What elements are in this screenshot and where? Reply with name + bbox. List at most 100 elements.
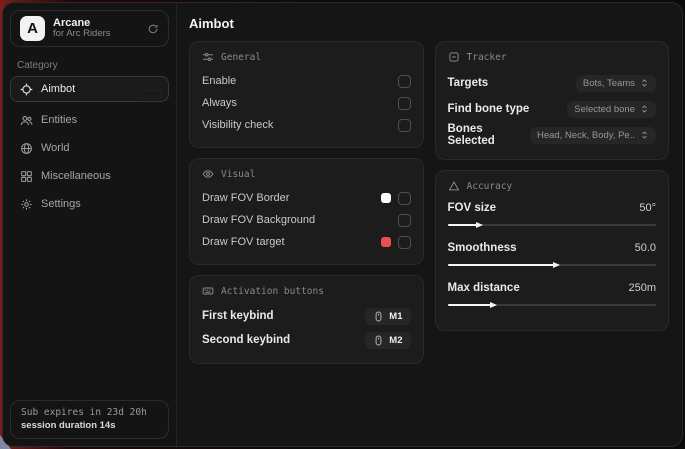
fov-target-checkbox[interactable] [398,236,411,249]
session-duration-text: session duration 14s [21,420,158,431]
dropdown-value: Selected bone [574,104,635,115]
activation-panel: Activation buttons First keybind M1 [189,275,424,364]
setting-row-targets: Targets Bots, Teams [448,70,657,96]
mouse-icon [373,311,384,322]
scan-icon [448,51,460,63]
setting-row-second-keybind: Second keybind M2 [202,328,411,352]
setting-label: Draw FOV Border [202,192,289,204]
slider-label: Smoothness [448,242,517,254]
sidebar-item-miscellaneous[interactable]: Miscellaneous [10,163,169,189]
slider-thumb[interactable] [476,222,483,228]
panel-title-label: Tracker [467,52,507,63]
keyboard-icon [202,285,214,297]
find-bone-type-dropdown[interactable]: Selected bone [567,101,656,118]
slider-value: 50.0 [635,242,656,254]
general-panel: General Enable Always Visibility check [189,41,424,148]
enable-checkbox[interactable] [398,75,411,88]
sidebar-item-world[interactable]: World [10,135,169,161]
sidebar-item-label: World [41,142,70,154]
right-column: Tracker Targets Bots, Teams [435,41,670,331]
crosshair-icon [20,83,33,96]
gear-icon [20,198,33,211]
setting-row-bones-selected: Bones Selected Head, Neck, Body, Pe.. [448,122,657,148]
app-logo: A [20,16,45,41]
eye-icon [202,168,214,180]
chevrons-up-down-icon [640,104,649,114]
triangle-icon [448,180,460,192]
panel-title-label: Accuracy [467,181,513,192]
page-title: Aimbot [189,16,669,31]
slider-thumb[interactable] [490,302,497,308]
category-label: Category [17,60,176,71]
keybind-value: M2 [389,335,402,346]
fov-border-checkbox[interactable] [398,192,411,205]
color-swatch-red[interactable] [381,237,391,247]
tracker-panel: Tracker Targets Bots, Teams [435,41,670,160]
setting-row-fov-border: Draw FOV Border [202,187,411,209]
fov-background-checkbox[interactable] [398,214,411,227]
sidebar-item-label: Miscellaneous [41,170,111,182]
smoothness-slider[interactable] [448,264,657,266]
sliders-icon [202,51,214,63]
panel-title-label: Visual [221,169,255,180]
setting-row-first-keybind: First keybind M1 [202,304,411,328]
setting-row-enable: Enable [202,70,411,92]
max-distance-slider[interactable] [448,304,657,306]
setting-row-visibility-check: Visibility check [202,114,411,136]
main-content: Aimbot General Enable [177,3,682,446]
dropdown-value: Head, Neck, Body, Pe.. [537,130,635,141]
setting-row-always: Always [202,92,411,114]
sidebar-item-label: Aimbot [41,83,75,95]
chevrons-up-down-icon [640,130,649,140]
setting-row-fov-target: Draw FOV target [202,231,411,253]
setting-label: Targets [448,77,489,89]
reload-icon[interactable] [147,23,159,35]
slider-thumb[interactable] [553,262,560,268]
setting-row-find-bone-type: Find bone type Selected bone [448,96,657,122]
setting-row-fov-background: Draw FOV Background [202,209,411,231]
second-keybind-button[interactable]: M2 [365,332,410,349]
users-icon [20,114,33,127]
setting-label: Second keybind [202,334,290,346]
first-keybind-button[interactable]: M1 [365,308,410,325]
left-column: General Enable Always Visibility check [189,41,424,364]
setting-label: Always [202,97,237,109]
targets-dropdown[interactable]: Bots, Teams [576,75,656,92]
sidebar-item-entities[interactable]: Entities [10,107,169,133]
smoothness-slider-group: Smoothness 50.0 [448,239,657,266]
setting-label: Find bone type [448,103,530,115]
fov-size-slider[interactable] [448,224,657,226]
fov-size-slider-group: FOV size 50° [448,199,657,226]
sidebar-nav: Aimbot Entities World [3,75,176,218]
setting-label: First keybind [202,310,274,322]
app-subtitle: for Arc Riders [53,29,139,40]
panel-title-label: General [221,52,261,63]
sidebar-item-aimbot[interactable]: Aimbot [10,76,169,102]
subscription-card: Sub expires in 23d 20h session duration … [10,400,169,439]
panel-title-label: Activation buttons [221,286,324,297]
bones-selected-dropdown[interactable]: Head, Neck, Body, Pe.. [530,127,656,144]
slider-value: 50° [639,202,656,214]
sidebar-item-label: Entities [41,114,77,126]
sidebar-item-settings[interactable]: Settings [10,191,169,217]
visibility-check-checkbox[interactable] [398,119,411,132]
setting-label: Enable [202,75,236,87]
app-window: A Arcane for Arc Riders Category Aimbot [2,2,683,447]
keybind-hint-badge [138,90,162,99]
keybind-value: M1 [389,311,402,322]
globe-icon [20,142,33,155]
setting-label: Draw FOV target [202,236,285,248]
slider-label: Max distance [448,282,520,294]
sidebar: A Arcane for Arc Riders Category Aimbot [3,3,177,446]
logo-card: A Arcane for Arc Riders [10,10,169,47]
always-checkbox[interactable] [398,97,411,110]
color-swatch-white[interactable] [381,193,391,203]
max-distance-slider-group: Max distance 250m [448,279,657,306]
dropdown-value: Bots, Teams [583,78,635,89]
accuracy-panel: Accuracy FOV size 50° Smoothness [435,170,670,331]
sub-expiry-text: Sub expires in 23d 20h [21,407,158,418]
setting-label: Draw FOV Background [202,214,315,226]
mouse-icon [373,335,384,346]
slider-value: 250m [628,282,656,294]
setting-label: Visibility check [202,119,273,131]
